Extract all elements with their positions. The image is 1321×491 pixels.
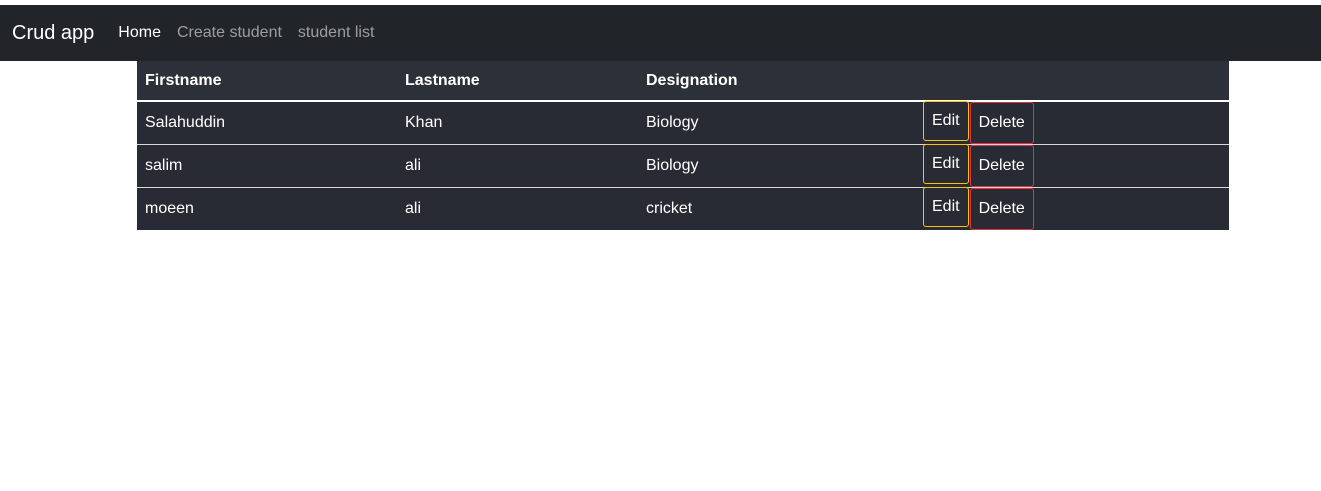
cell-firstname: moeen bbox=[137, 187, 397, 230]
nav-link-student-list[interactable]: student list bbox=[298, 24, 374, 42]
cell-designation: Biology bbox=[646, 114, 699, 131]
table-body: Salahuddin Khan Biology Edit Delete salim… bbox=[137, 101, 1229, 230]
table-header: Firstname Lastname Designation bbox=[137, 61, 1229, 102]
cell-actions: Edit Delete bbox=[923, 101, 1229, 145]
cell-designation: Biology bbox=[638, 144, 923, 188]
nav-link-create-student[interactable]: Create student bbox=[177, 24, 282, 42]
student-table: Firstname Lastname Designation Salahuddi… bbox=[137, 61, 1229, 230]
nav-link-home[interactable]: Home bbox=[118, 24, 161, 42]
student-table-container: Firstname Lastname Designation Salahuddi… bbox=[137, 61, 1229, 230]
cell-firstname: salim bbox=[137, 144, 397, 188]
cell-actions: Edit Delete bbox=[923, 187, 1229, 230]
edit-button[interactable]: Edit bbox=[923, 101, 969, 141]
navbar: Crud app Home Create student student lis… bbox=[0, 5, 1321, 61]
table-row: salim ali Biology Edit Delete bbox=[137, 144, 1229, 188]
column-header-lastname: Lastname bbox=[397, 61, 638, 102]
cell-actions: Edit Delete bbox=[923, 144, 1229, 188]
delete-button[interactable]: Delete bbox=[969, 188, 1034, 230]
column-header-actions bbox=[923, 61, 1229, 102]
column-header-firstname: Firstname bbox=[137, 61, 397, 102]
navbar-brand[interactable]: Crud app bbox=[12, 22, 94, 45]
edit-button[interactable]: Edit bbox=[923, 144, 969, 184]
table-row: Salahuddin Khan Biology Edit Delete bbox=[137, 101, 1229, 145]
edit-button[interactable]: Edit bbox=[923, 187, 969, 227]
delete-button[interactable]: Delete bbox=[969, 102, 1034, 144]
cell-lastname: ali bbox=[397, 187, 638, 230]
cell-designation: cricket bbox=[638, 187, 923, 230]
column-header-designation: Designation bbox=[638, 61, 923, 102]
delete-button[interactable]: Delete bbox=[969, 145, 1034, 187]
cell-firstname: Salahuddin bbox=[145, 114, 226, 131]
cell-lastname: ali bbox=[397, 144, 638, 188]
cell-lastname: Khan bbox=[405, 114, 443, 131]
table-header-row: Firstname Lastname Designation bbox=[137, 61, 1229, 102]
table-row: moeen ali cricket Edit Delete bbox=[137, 187, 1229, 230]
